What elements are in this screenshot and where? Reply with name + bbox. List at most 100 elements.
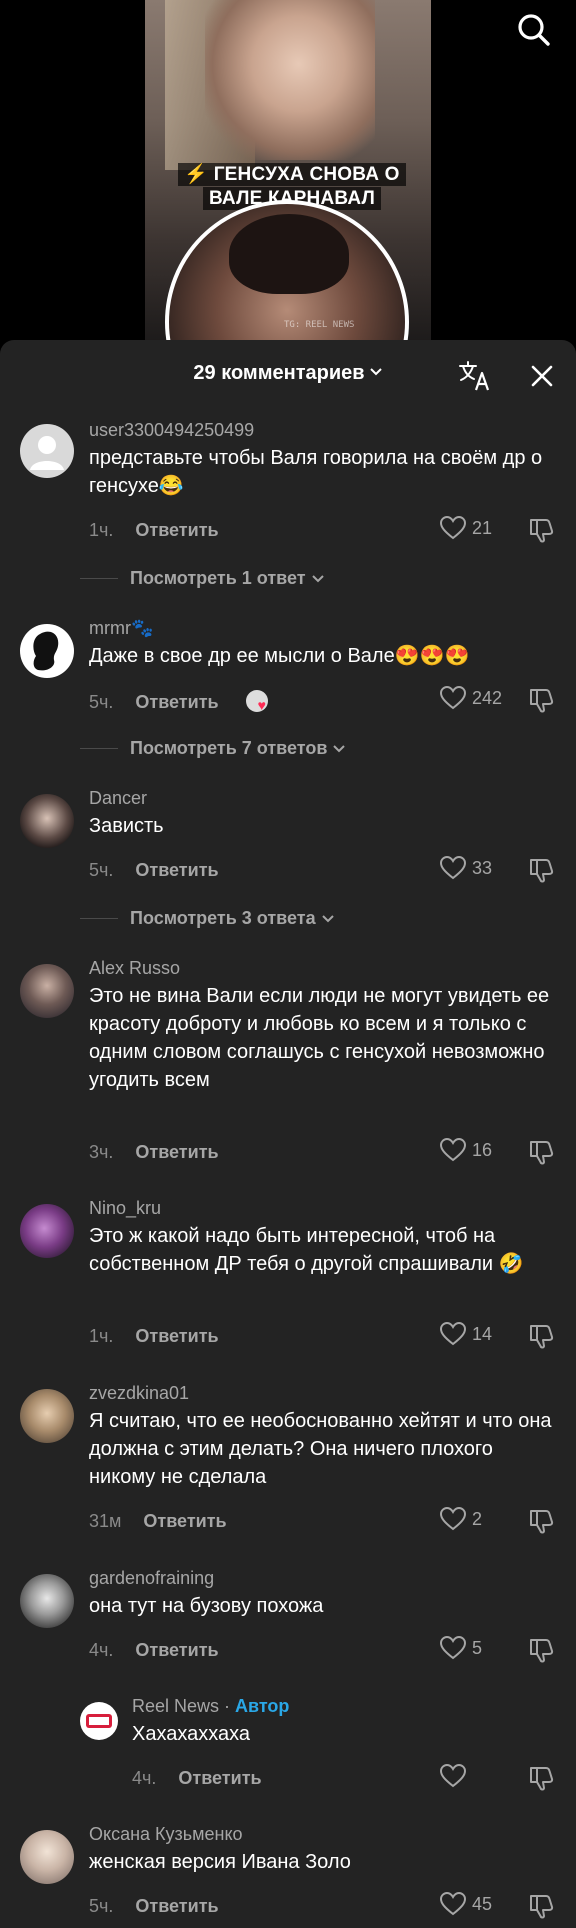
comment-text: представьте чтобы Валя говорила на своём… bbox=[89, 447, 543, 497]
comment-meta: 5ч. Ответить bbox=[89, 860, 219, 881]
view-replies-button[interactable]: Посмотреть 1 ответ bbox=[80, 568, 324, 589]
dislike-icon bbox=[530, 519, 554, 543]
comment-time: 5ч. bbox=[89, 860, 114, 880]
heart-icon bbox=[440, 1138, 466, 1162]
comment-text: она тут на бузову похожа bbox=[89, 1595, 324, 1617]
reply-button[interactable]: Ответить bbox=[135, 860, 218, 880]
comment-username[interactable]: Dancer bbox=[89, 788, 147, 809]
comment-username[interactable]: mrmr🐾 bbox=[89, 618, 153, 639]
search-button[interactable] bbox=[516, 12, 552, 48]
avatar[interactable] bbox=[20, 1204, 74, 1258]
comment-meta: 1ч. Ответить bbox=[89, 1326, 219, 1347]
heart-icon bbox=[440, 1636, 466, 1660]
reply-button[interactable]: Ответить bbox=[135, 1142, 218, 1162]
like-count: 242 bbox=[472, 687, 503, 708]
heart-icon bbox=[440, 1764, 466, 1788]
chevron-down-icon bbox=[311, 574, 324, 582]
comment-username[interactable]: Оксана Кузьменко bbox=[89, 1824, 243, 1845]
comment-username[interactable]: Alex Russo bbox=[89, 958, 180, 979]
translate-button[interactable] bbox=[458, 360, 492, 392]
like-button[interactable]: 16 bbox=[440, 1138, 492, 1162]
like-count: 5 bbox=[472, 1637, 483, 1658]
dislike-button[interactable] bbox=[528, 686, 556, 719]
separator-dot: · bbox=[219, 1696, 236, 1716]
video-subject-face bbox=[205, 0, 375, 160]
like-count: 2 bbox=[472, 1508, 483, 1529]
avatar[interactable] bbox=[20, 1574, 74, 1628]
view-replies-label: Посмотреть 1 ответ bbox=[130, 568, 306, 588]
like-button[interactable]: 45 bbox=[440, 1892, 492, 1916]
reply-button[interactable]: Ответить bbox=[135, 1896, 218, 1916]
dislike-icon bbox=[530, 689, 554, 713]
reply-button[interactable]: Ответить bbox=[178, 1768, 261, 1788]
close-icon bbox=[531, 365, 553, 387]
dislike-button[interactable] bbox=[528, 1138, 556, 1171]
view-replies-button[interactable]: Посмотреть 7 ответов bbox=[80, 738, 346, 759]
reply-button[interactable]: Ответить bbox=[135, 520, 218, 540]
comment-username[interactable]: zvezdkina01 bbox=[89, 1383, 189, 1404]
divider-line bbox=[80, 748, 118, 749]
dislike-button[interactable] bbox=[528, 516, 556, 549]
comment-username[interactable]: Reel News bbox=[132, 1696, 219, 1716]
channel-logo-icon bbox=[86, 1714, 112, 1728]
like-button[interactable]: 242 bbox=[440, 686, 502, 710]
like-button[interactable]: 33 bbox=[440, 856, 492, 880]
dislike-button[interactable] bbox=[528, 1764, 556, 1797]
comments-header: 29 комментариев bbox=[0, 340, 576, 410]
reply-button[interactable]: Ответить bbox=[143, 1511, 226, 1531]
video-player[interactable]: ⚡ ГЕНСУХА СНОВА О ВАЛЕ КАРНАВАЛ TG: REEL… bbox=[0, 0, 576, 345]
dislike-icon bbox=[530, 1639, 554, 1663]
comments-count-label: 29 комментариев bbox=[193, 362, 365, 384]
comment-text: Хахахаххаха bbox=[132, 1723, 251, 1745]
dislike-icon bbox=[530, 1510, 554, 1534]
avatar[interactable] bbox=[20, 794, 74, 848]
comment-meta: 4ч. Ответить bbox=[89, 1640, 219, 1661]
like-button[interactable]: 5 bbox=[440, 1636, 482, 1660]
comment-username[interactable]: user3300494250499 bbox=[89, 420, 254, 441]
dislike-button[interactable] bbox=[528, 1322, 556, 1355]
comment-meta: 1ч. Ответить bbox=[89, 520, 219, 541]
comment-username[interactable]: Nino_kru bbox=[89, 1198, 161, 1219]
like-button[interactable]: 21 bbox=[440, 516, 492, 540]
heart-icon bbox=[440, 856, 466, 880]
avatar[interactable] bbox=[20, 964, 74, 1018]
silhouette-avatar-icon bbox=[33, 631, 59, 671]
dislike-icon bbox=[530, 859, 554, 883]
heart-icon bbox=[440, 1507, 466, 1531]
comment-meta: 5ч. Ответить ♥ bbox=[89, 690, 276, 714]
avatar[interactable] bbox=[80, 1702, 118, 1740]
avatar[interactable] bbox=[20, 1389, 74, 1443]
dislike-button[interactable] bbox=[528, 1636, 556, 1669]
search-icon bbox=[518, 14, 550, 46]
like-button[interactable]: 2 bbox=[440, 1507, 482, 1531]
dislike-icon bbox=[530, 1325, 554, 1349]
like-button[interactable] bbox=[440, 1764, 472, 1788]
video-watermark: TG: REEL NEWS bbox=[284, 320, 355, 330]
dislike-button[interactable] bbox=[528, 1892, 556, 1925]
chevron-down-icon bbox=[369, 368, 382, 376]
comment-time: 5ч. bbox=[89, 1896, 114, 1916]
comment-time: 3ч. bbox=[89, 1142, 114, 1162]
chevron-down-icon bbox=[321, 914, 334, 922]
comment-text: Даже в свое др ее мысли о Вале😍😍😍 bbox=[89, 645, 470, 667]
default-avatar-icon bbox=[30, 436, 64, 470]
reply-button[interactable]: Ответить bbox=[135, 1640, 218, 1660]
view-replies-label: Посмотреть 7 ответов bbox=[130, 738, 328, 758]
view-replies-button[interactable]: Посмотреть 3 ответа bbox=[80, 908, 334, 929]
avatar[interactable] bbox=[20, 1830, 74, 1884]
heart-icon bbox=[440, 1892, 466, 1916]
like-count: 21 bbox=[472, 517, 493, 538]
comment-text: Это не вина Вали если люди не могут увид… bbox=[89, 985, 550, 1091]
dislike-button[interactable] bbox=[528, 1507, 556, 1540]
comment-username[interactable]: gardenofraining bbox=[89, 1568, 214, 1589]
avatar[interactable] bbox=[20, 624, 74, 678]
reply-button[interactable]: Ответить bbox=[135, 1326, 218, 1346]
like-button[interactable]: 14 bbox=[440, 1322, 492, 1346]
avatar[interactable] bbox=[20, 424, 74, 478]
reply-button[interactable]: Ответить bbox=[135, 692, 218, 712]
dislike-button[interactable] bbox=[528, 856, 556, 889]
author-badge: Автор bbox=[235, 1696, 290, 1716]
view-replies-label: Посмотреть 3 ответа bbox=[130, 908, 316, 928]
heart-icon bbox=[440, 686, 466, 710]
close-button[interactable] bbox=[528, 362, 556, 390]
